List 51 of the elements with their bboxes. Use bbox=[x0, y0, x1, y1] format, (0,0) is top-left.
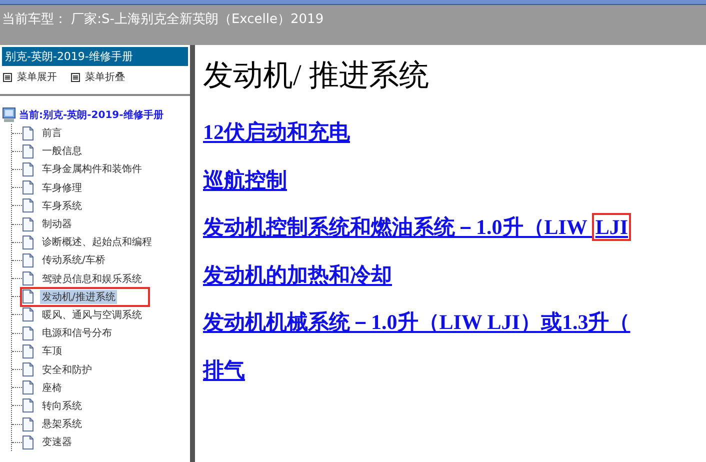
tree-item[interactable]: 前言 bbox=[40, 126, 64, 140]
document-icon bbox=[22, 307, 34, 322]
document-icon bbox=[22, 198, 34, 214]
manual-title: 别克-英朗-2019-维修手册 bbox=[2, 47, 188, 66]
vehicle-model-text: 当前车型： 厂家:S-上海别克全新英朗（Excelle）2019 bbox=[2, 12, 324, 27]
section-link[interactable]: 12伏启动和充电 bbox=[203, 118, 350, 146]
document-icon bbox=[22, 326, 34, 341]
document-icon bbox=[22, 234, 34, 250]
document-icon bbox=[22, 162, 34, 177]
document-icon bbox=[22, 362, 34, 378]
section-link[interactable]: 巡航控制 bbox=[203, 166, 287, 194]
tree-item[interactable]: 座椅 bbox=[40, 380, 64, 395]
menu-icon bbox=[3, 72, 12, 82]
document-icon bbox=[22, 144, 34, 159]
tree-item[interactable]: 驾驶员信息和娱乐系统 bbox=[40, 272, 144, 286]
document-icon bbox=[22, 126, 34, 141]
tree-item[interactable]: 安全和防护 bbox=[40, 362, 94, 377]
document-icon bbox=[22, 216, 34, 232]
tree-item[interactable]: 车身系统 bbox=[40, 198, 84, 213]
section-link[interactable]: 发动机控制系统和燃油系统－1.0升（LIW LJI bbox=[203, 213, 631, 241]
tree-root[interactable]: 当前:别克-英朗-2019-维修手册 bbox=[19, 108, 164, 122]
document-icon bbox=[22, 344, 34, 359]
tree-item[interactable]: 传动系统/车桥 bbox=[40, 253, 108, 268]
section-link[interactable]: 排气 bbox=[203, 356, 245, 384]
document-icon bbox=[22, 434, 34, 450]
page-title: 发动机/ 推进系统 bbox=[203, 58, 430, 94]
tree-item[interactable]: 一般信息 bbox=[40, 144, 84, 158]
document-icon bbox=[22, 380, 34, 396]
tree-item[interactable]: 车身修理 bbox=[40, 180, 84, 195]
tree-item[interactable]: 车顶 bbox=[40, 344, 64, 358]
menu-button[interactable]: 菜单展开 bbox=[3, 70, 57, 84]
tree-item[interactable]: 悬架系统 bbox=[40, 417, 84, 432]
menu-button[interactable]: 菜单折叠 bbox=[71, 70, 125, 84]
section-link[interactable]: 发动机的加热和冷却 bbox=[203, 260, 392, 288]
tree-item[interactable]: 制动器 bbox=[40, 217, 74, 232]
document-icon bbox=[22, 180, 34, 196]
menu-icon bbox=[71, 72, 80, 82]
tree-item[interactable]: 转向系统 bbox=[40, 398, 84, 413]
document-icon bbox=[22, 252, 34, 268]
tree-item[interactable]: 暖风、通风与空调系统 bbox=[40, 308, 144, 322]
section-link[interactable]: 发动机机械系统－1.0升（LIW LJI）或1.3升（ bbox=[203, 308, 630, 336]
tree-item[interactable]: 电源和信号分布 bbox=[40, 326, 114, 340]
tree-item[interactable]: 变速器 bbox=[40, 435, 74, 450]
document-icon bbox=[22, 271, 34, 286]
tree-item[interactable]: 诊断概述、起始点和编程 bbox=[40, 235, 154, 250]
tree-item[interactable]: 车身金属构件和装饰件 bbox=[40, 162, 144, 176]
document-icon bbox=[22, 289, 34, 304]
document-icon bbox=[22, 416, 34, 432]
computer-icon bbox=[2, 107, 16, 123]
document-icon bbox=[22, 398, 34, 414]
tree-item[interactable]: 发动机/推进系统 bbox=[40, 290, 118, 304]
